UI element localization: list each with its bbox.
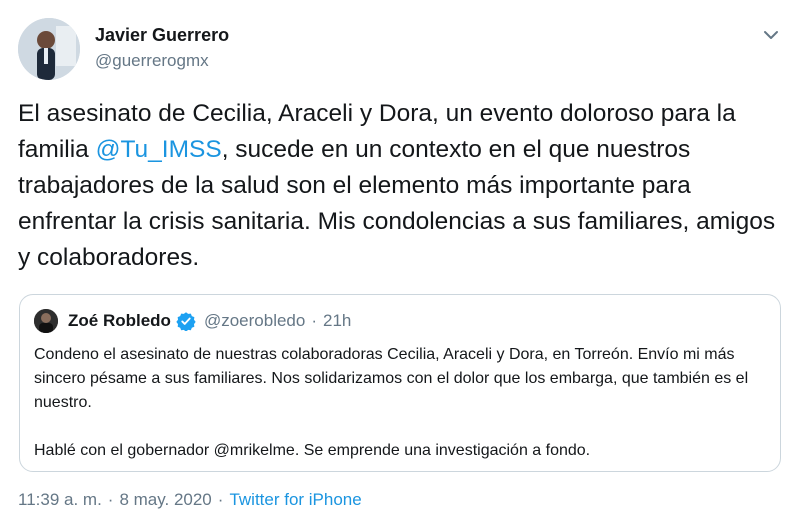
- quoted-avatar-image: [34, 309, 58, 333]
- quoted-author-avatar: [34, 309, 58, 333]
- mention-link[interactable]: @Tu_IMSS: [96, 136, 222, 163]
- author-avatar-image: [18, 18, 80, 80]
- tweet-card: Javier Guerrero @guerrerogmx El asesinat…: [0, 0, 800, 529]
- verified-badge-icon: [176, 312, 196, 331]
- quoted-tweet-text: Condeno el asesinato de nuestras colabor…: [34, 343, 774, 463]
- separator-dot: ·: [311, 311, 318, 330]
- separator-dot: ·: [107, 490, 114, 509]
- quoted-timestamp: 21h: [323, 311, 352, 330]
- author-name[interactable]: Javier Guerrero: [95, 24, 229, 46]
- chevron-down-icon[interactable]: [762, 28, 780, 42]
- quoted-author-handle: @zoerobledo: [203, 311, 306, 330]
- quoted-tweet-header: Zoé Robledo @zoerobledo · 21h: [34, 307, 351, 335]
- tweet-date[interactable]: 8 may. 2020: [119, 490, 211, 510]
- tweet-footer: 11:39 a. m. · 8 may. 2020 · Twitter for …: [18, 490, 362, 510]
- tweet-source-link[interactable]: Twitter for iPhone: [229, 490, 361, 510]
- quoted-paragraph-1: Condeno el asesinato de nuestras colabor…: [34, 346, 749, 411]
- tweet-text: El asesinato de Cecilia, Araceli y Dora,…: [18, 96, 788, 276]
- quoted-author-name: Zoé Robledo: [68, 311, 171, 330]
- author-avatar[interactable]: [18, 18, 80, 80]
- author-handle[interactable]: @guerrerogmx: [95, 50, 229, 72]
- quoted-paragraph-2: Hablé con el gobernador @mrikelme. Se em…: [34, 442, 591, 459]
- author-info: Javier Guerrero @guerrerogmx: [95, 24, 229, 72]
- quoted-tweet[interactable]: Zoé Robledo @zoerobledo · 21h Condeno el…: [19, 294, 781, 472]
- tweet-time[interactable]: 11:39 a. m.: [18, 490, 102, 510]
- separator-dot: ·: [217, 490, 224, 509]
